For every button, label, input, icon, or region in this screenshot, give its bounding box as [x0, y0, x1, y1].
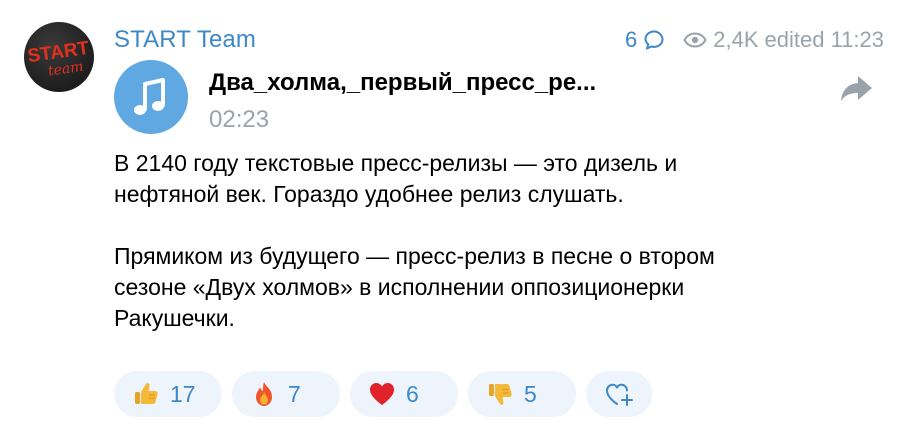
forward-arrow-icon [841, 76, 872, 101]
heart-plus-icon [606, 383, 633, 406]
reaction-red-heart[interactable]: 6 [350, 371, 458, 417]
channel-avatar[interactable]: START team [24, 22, 94, 92]
audio-title[interactable]: Два_холма,_первый_пресс_ре... [209, 69, 596, 97]
views-count: 2,4K [713, 27, 759, 52]
comments-count: 6 [625, 27, 638, 52]
red-heart-icon [370, 383, 394, 405]
views: 2,4K [683, 27, 759, 53]
comments-link[interactable]: 6 [625, 27, 665, 53]
message-paragraph: В 2140 году текстовые пресс-релизы — это… [114, 150, 678, 207]
edited-time: edited 11:23 [764, 27, 884, 52]
thumbs-up-icon [135, 383, 158, 404]
reaction-fire[interactable]: 7 [232, 371, 340, 417]
audio-play-button[interactable] [114, 60, 188, 134]
reaction-thumbs-up[interactable]: 17 [114, 371, 222, 417]
music-note-icon [134, 78, 165, 115]
comment-bubble-icon [644, 30, 664, 50]
reactions-bar: 17 7 6 5 [114, 371, 652, 417]
reaction-count: 5 [524, 380, 537, 407]
add-reaction-button[interactable] [586, 371, 652, 417]
eye-icon [683, 32, 707, 48]
reaction-count: 7 [288, 380, 301, 407]
reaction-count: 17 [170, 380, 196, 407]
channel-name[interactable]: START Team [114, 26, 256, 54]
reaction-thumbs-down[interactable]: 5 [468, 371, 576, 417]
message-text: В 2140 году текстовые пресс-релизы — это… [114, 148, 754, 334]
message-meta: 6 2,4K edited 11:23 [625, 26, 884, 54]
message-paragraph: Прямиком из будущего — пресс-релиз в пес… [114, 243, 715, 331]
audio-duration: 02:23 [209, 106, 270, 133]
fire-icon [256, 382, 272, 406]
start-team-logo: START team [26, 38, 91, 80]
share-button[interactable] [838, 72, 878, 106]
thumbs-down-icon [489, 384, 512, 405]
reaction-count: 6 [406, 380, 419, 407]
